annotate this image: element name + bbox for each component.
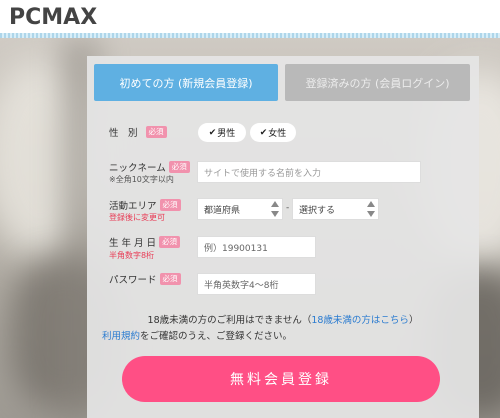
area-label-row: 活動エリア 必須	[109, 198, 181, 212]
select-arrows-icon	[366, 201, 375, 217]
required-badge: 必須	[159, 273, 181, 285]
check-icon: ✔	[259, 127, 268, 138]
tab-new-registration[interactable]: 初めての方 (新規会員登録)	[94, 64, 278, 101]
required-badge: 必須	[145, 126, 167, 138]
header: PC MAX	[0, 0, 500, 33]
logo-text-pc: PC	[9, 4, 42, 30]
password-input[interactable]: 半角英数字4〜8桁	[197, 273, 316, 295]
area-note: 登録後に変更可	[109, 213, 165, 222]
required-badge: 必須	[159, 199, 181, 211]
password-label: パスワード	[109, 275, 157, 286]
nickname-input[interactable]: サイトで使用する名前を入力	[197, 161, 421, 183]
password-label-row: パスワード 必須	[109, 272, 181, 286]
check-icon: ✔	[208, 127, 217, 138]
gender-female-label: 女性	[268, 129, 287, 139]
gender-male-button[interactable]: ✔ 男性	[198, 123, 246, 142]
nickname-label-row: ニックネーム 必須	[109, 160, 190, 174]
terms-link[interactable]: 利用規約	[102, 331, 140, 342]
city-select-value: 選択する	[299, 205, 336, 216]
gender-female-button[interactable]: ✔ 女性	[250, 123, 296, 142]
terms-notice: 利用規約をご確認のうえ、ご登録ください。	[102, 328, 494, 342]
pcmax-logo[interactable]: PC MAX	[9, 4, 98, 30]
gender-label: 性 別	[109, 128, 138, 139]
tab-member-login[interactable]: 登録済みの方 (会員ログイン)	[285, 64, 470, 101]
free-register-button[interactable]: 無料会員登録	[122, 356, 440, 402]
birthday-label-row: 生 年 月 日 必須	[109, 235, 181, 249]
nickname-label: ニックネーム	[109, 163, 166, 174]
area-dash: -	[286, 203, 290, 213]
required-badge: 必須	[159, 236, 181, 248]
prefecture-select[interactable]: 都道府県	[197, 198, 283, 220]
city-select[interactable]: 選択する	[292, 198, 379, 220]
birthday-label: 生 年 月 日	[109, 238, 157, 249]
gender-label-row: 性 別 必須	[109, 125, 167, 139]
gender-male-label: 男性	[217, 129, 236, 139]
age-notice-text: 18歳未満の方のご利用はできません（	[147, 315, 312, 326]
logo-text-max: MAX	[41, 4, 98, 30]
under-18-link[interactable]: 18歳未満の方はこちら	[311, 315, 409, 326]
terms-notice-text: をご確認のうえ、ご登録ください。	[140, 331, 293, 342]
area-label: 活動エリア	[109, 201, 157, 212]
select-arrows-icon	[270, 201, 279, 217]
age-notice-close: ）	[408, 315, 419, 326]
required-badge: 必須	[168, 161, 190, 173]
registration-panel: 初めての方 (新規会員登録) 登録済みの方 (会員ログイン) 性 別 必須 ✔ …	[87, 56, 479, 418]
birthday-input[interactable]: 例）19900131	[197, 236, 316, 258]
prefecture-select-value: 都道府県	[204, 205, 241, 216]
birthday-note: 半角数字8桁	[109, 251, 155, 260]
nickname-note: ※全角10文字以内	[109, 175, 174, 184]
age-notice: 18歳未満の方のご利用はできません（18歳未満の方はこちら）	[87, 312, 479, 326]
